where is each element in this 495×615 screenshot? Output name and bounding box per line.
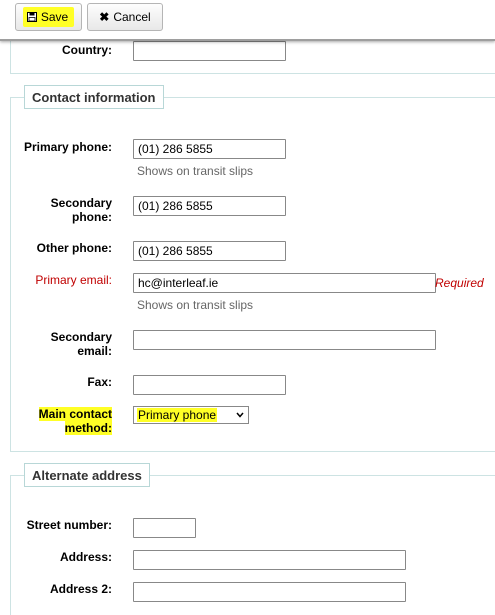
floppy-disk-icon <box>26 12 37 22</box>
address-2-input[interactable] <box>133 582 406 602</box>
secondary-email-input[interactable] <box>133 330 436 350</box>
x-icon: ✖ <box>99 10 110 24</box>
primary-email-input[interactable]: hc@interleaf.ie <box>133 273 436 293</box>
primary-phone-label: Primary phone: <box>23 140 112 154</box>
toolbar: Save ✖ Cancel <box>0 0 495 41</box>
address-label: Address: <box>59 550 112 564</box>
main-contact-method-label: Main contact method: <box>38 407 112 435</box>
fax-label: Fax: <box>87 375 112 389</box>
country-input[interactable] <box>133 41 286 61</box>
primary-phone-hint: Shows on transit slips <box>137 164 254 178</box>
primary-phone-input[interactable]: (01) 286 5855 <box>133 139 286 159</box>
contact-information-legend: Contact information <box>24 85 164 109</box>
chevron-down-icon <box>236 412 244 418</box>
cancel-button[interactable]: ✖ Cancel <box>87 3 163 31</box>
street-number-input[interactable] <box>133 518 196 538</box>
address-2-label: Address 2: <box>49 582 112 596</box>
fax-input[interactable] <box>133 375 286 395</box>
primary-email-hint: Shows on transit slips <box>137 298 254 312</box>
secondary-email-label: Secondary email: <box>50 330 112 358</box>
primary-email-label: Primary email: <box>35 273 112 287</box>
street-number-label: Street number: <box>26 518 112 532</box>
address-input[interactable] <box>133 550 406 570</box>
main-contact-method-select[interactable]: Primary phone <box>133 406 249 424</box>
other-phone-label: Other phone: <box>36 241 112 255</box>
secondary-phone-label: Secondary phone: <box>50 196 112 224</box>
contact-information-fieldset: Contact information Primary phone: (01) … <box>10 85 495 452</box>
secondary-phone-input[interactable]: (01) 286 5855 <box>133 196 286 216</box>
save-label: Save <box>40 10 69 24</box>
primary-email-required: Required <box>435 276 484 290</box>
alternate-address-fieldset: Alternate address Street number: Address… <box>10 463 495 615</box>
cancel-label: Cancel <box>113 10 151 24</box>
save-button[interactable]: Save <box>15 3 82 31</box>
other-phone-input[interactable]: (01) 286 5855 <box>133 241 286 261</box>
save-button-highlight: Save <box>22 7 75 27</box>
main-contact-method-value: Primary phone <box>137 408 218 422</box>
country-label: Country: <box>62 43 112 57</box>
alternate-address-legend: Alternate address <box>24 463 150 487</box>
